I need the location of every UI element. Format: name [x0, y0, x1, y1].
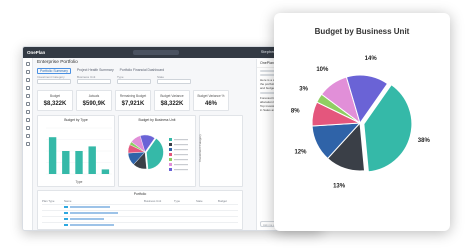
nav-people-icon[interactable] — [26, 134, 30, 138]
pie-slice-label: 8% — [291, 108, 300, 114]
legend-entry[interactable] — [174, 139, 188, 141]
row-color-chip — [64, 223, 68, 227]
report-tabs: Portfolio Summary Project Health Summary… — [37, 68, 164, 74]
legend-entry[interactable] — [174, 149, 188, 151]
x-axis-label: Type — [76, 180, 83, 184]
kpi-value: $7,921K — [121, 101, 145, 107]
kpi-card: Budget Variance $8,322K — [154, 90, 190, 111]
kpi-value: $590,9K — [82, 101, 106, 107]
kpi-label: Actuals — [88, 94, 100, 98]
filter-type[interactable] — [117, 79, 151, 84]
budget-by-unit-small-chart — [127, 134, 188, 171]
kpi-value: $8,322K — [160, 101, 184, 107]
table-row[interactable] — [42, 216, 238, 221]
bar[interactable] — [88, 146, 96, 174]
kpi-card: Remaining Budget $7,921K — [115, 90, 151, 111]
bar[interactable] — [62, 151, 70, 174]
nav-timesheet-icon[interactable] — [26, 102, 30, 106]
app-brand[interactable]: OnePlan — [27, 50, 45, 55]
pie-slice-label: 13% — [333, 184, 346, 190]
tab-financial-dashboard[interactable]: Portfolio Financial Dashboard — [120, 68, 164, 74]
pie-slice-label: 14% — [365, 56, 378, 62]
bar[interactable] — [101, 169, 110, 174]
nav-calendar-icon[interactable] — [26, 118, 30, 122]
table-row[interactable] — [42, 204, 238, 209]
filter-business-unit[interactable] — [77, 79, 111, 84]
search-box[interactable] — [133, 50, 179, 55]
nav-home-icon[interactable] — [26, 62, 30, 66]
row-name-bar — [70, 224, 114, 226]
row-name-bar — [70, 212, 118, 214]
kpi-row: Budget $8,322K Actuals $590,9K Remaining… — [37, 90, 229, 111]
kpi-label: Budget Variance — [160, 94, 184, 98]
screenshot-stage: OnePlan Stephen Lewis Enterprise Portfol… — [0, 0, 466, 251]
investment-category-card: Investment Category — [197, 115, 243, 187]
kpi-value: $8,322K — [43, 101, 67, 107]
legend-swatch — [169, 153, 172, 156]
bar[interactable] — [75, 151, 83, 174]
nav-admin-icon[interactable] — [26, 142, 30, 146]
legend-entry[interactable] — [174, 144, 188, 146]
row-color-chip — [64, 211, 68, 215]
budget-by-type-card: Budget by Type Type — [37, 115, 115, 187]
row-name-bar — [70, 218, 104, 220]
filter-bar: Investment Category Business Unit Type S… — [37, 75, 207, 87]
budget-by-type-chart: Type — [46, 127, 112, 184]
column-header[interactable]: Budget — [218, 199, 238, 203]
tab-portfolio-summary[interactable]: Portfolio Summary — [37, 68, 71, 74]
column-header[interactable]: State — [196, 199, 218, 203]
left-nav — [23, 58, 33, 230]
legend-entry[interactable] — [174, 154, 188, 156]
legend-swatch — [169, 143, 172, 146]
column-header[interactable]: Business Unit — [144, 199, 174, 203]
column-header[interactable]: Plan Type — [42, 199, 64, 203]
table-row[interactable] — [42, 222, 238, 227]
card-title: Portfolio — [133, 192, 147, 196]
pie-slice-label: 38% — [418, 138, 431, 144]
card-title: Investment Category — [197, 134, 202, 162]
kpi-label: Budget — [49, 94, 61, 98]
legend-swatch — [169, 163, 172, 166]
column-header[interactable]: Name — [64, 199, 144, 203]
legend-swatch — [169, 168, 172, 171]
legend-swatch — [169, 148, 172, 151]
legend-swatch — [169, 138, 172, 141]
row-name-bar — [70, 206, 110, 208]
nav-resources-icon[interactable] — [26, 86, 30, 90]
table-row[interactable] — [42, 210, 238, 215]
budget-by-unit-pie-chart: 38% 13% 12% 8% 3% 10% 14% — [291, 56, 431, 190]
budget-by-unit-card: Budget by Business Unit — [118, 115, 196, 187]
nav-projects-icon[interactable] — [26, 78, 30, 82]
kpi-card: Actuals $590,9K — [76, 90, 112, 111]
column-header[interactable]: Type — [174, 199, 196, 203]
kpi-card: Budget $8,322K — [37, 90, 73, 111]
tab-project-health[interactable]: Project Health Summary — [77, 68, 114, 74]
portfolio-grid: Portfolio Plan Type Name Business Unit T… — [37, 190, 243, 230]
row-color-chip — [64, 217, 68, 221]
nav-settings-icon[interactable] — [26, 126, 30, 130]
pie-slice-label: 12% — [294, 150, 307, 156]
nav-reports-icon[interactable] — [26, 94, 30, 98]
legend-entry[interactable] — [174, 164, 188, 166]
nav-financial-icon[interactable] — [26, 110, 30, 114]
pie-slice-label: 10% — [316, 67, 329, 73]
nav-portfolio-icon[interactable] — [26, 70, 30, 74]
budget-by-unit-popout: Budget by Business Unit 38% 13% 12% 8% 3% 10%… — [274, 13, 450, 231]
pie-slice-label: 3% — [299, 87, 308, 93]
filter-investment-category[interactable] — [37, 79, 71, 84]
bar[interactable] — [48, 137, 57, 174]
kpi-value: 46% — [204, 101, 217, 107]
row-color-chip — [64, 205, 68, 209]
grid-header: Plan Type Name Business Unit Type State … — [42, 199, 238, 203]
legend-swatch — [169, 158, 172, 161]
page-title: Enterprise Portfolio — [37, 60, 78, 65]
kpi-label: Budget Variance % — [197, 94, 225, 98]
kpi-label: Remaining Budget — [119, 94, 147, 98]
kpi-card: Budget Variance % 46% — [193, 90, 229, 111]
filter-state[interactable] — [157, 79, 191, 84]
legend-entry[interactable] — [174, 159, 188, 161]
legend-entry[interactable] — [174, 169, 188, 171]
